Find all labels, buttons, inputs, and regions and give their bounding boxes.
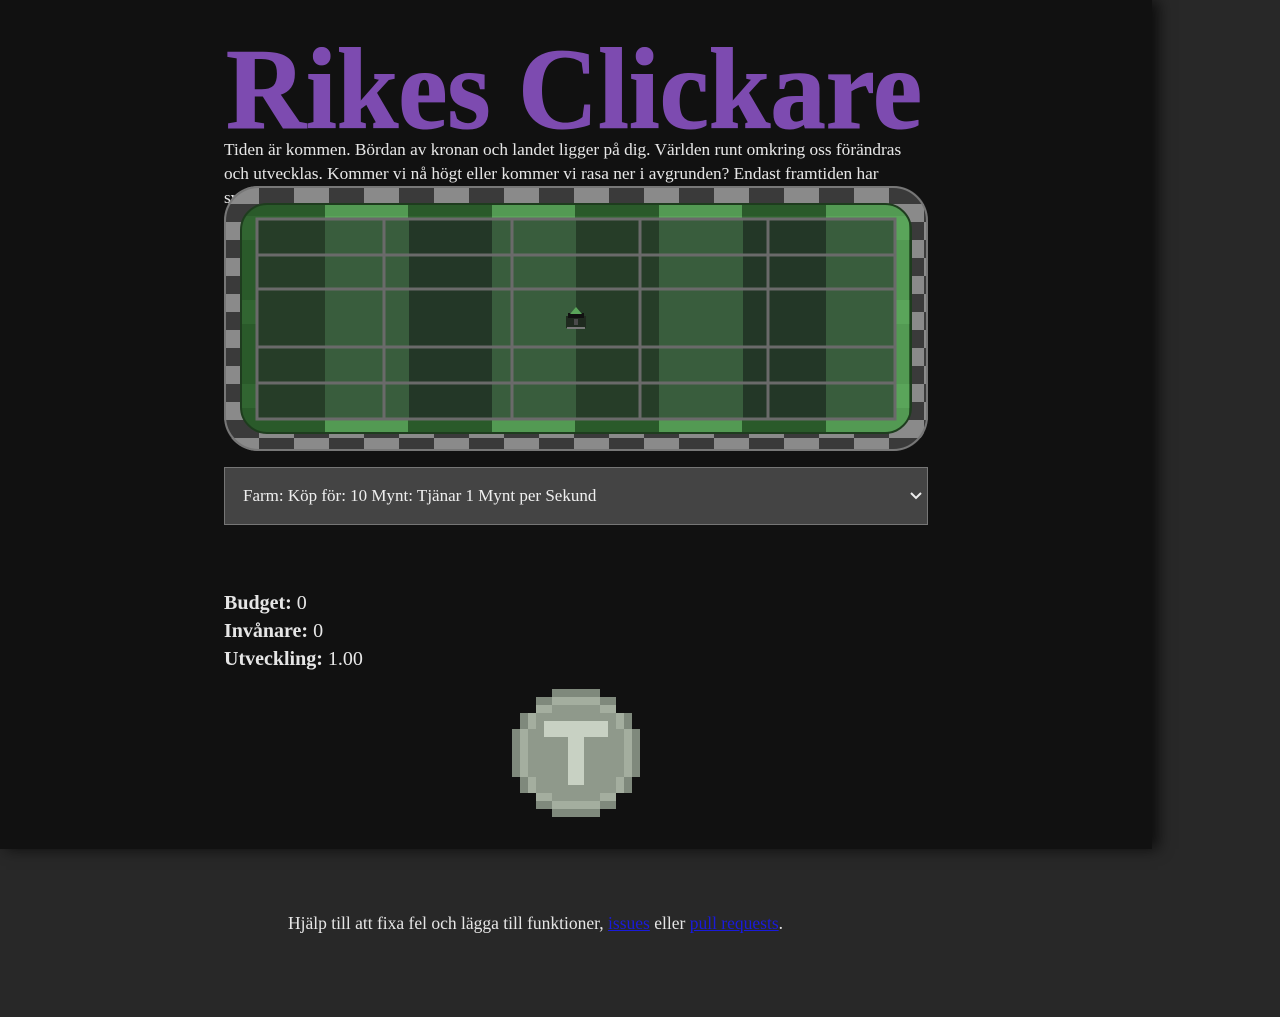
footer: Hjälp till att fixa fel och lägga till f… bbox=[288, 913, 783, 934]
footer-middle-text: eller bbox=[649, 913, 690, 933]
population-value: 0 bbox=[313, 620, 324, 642]
population-stat: Invånare: 0 bbox=[224, 617, 363, 645]
building-select-value: Farm: Köp för: 10 Mynt: Tjänar 1 Mynt pe… bbox=[243, 486, 597, 505]
development-value: 1.00 bbox=[327, 648, 363, 670]
budget-stat: Budget: 0 bbox=[224, 589, 363, 617]
footer-end-text: . bbox=[778, 913, 784, 933]
population-label: Invånare: bbox=[224, 620, 309, 642]
game-title: Rikes Clickare bbox=[226, 30, 922, 138]
game-panel: Rikes Clickare Tiden är kommen. Bördan a… bbox=[0, 0, 1152, 849]
pull-requests-link[interactable]: pull requests bbox=[690, 913, 779, 933]
stats-panel: Budget: 0 Invånare: 0 Utveckling: 1.00 bbox=[224, 589, 363, 673]
building-select[interactable]: Farm: Köp för: 10 Mynt: Tjänar 1 Mynt pe… bbox=[224, 467, 928, 525]
kingdom-map[interactable] bbox=[224, 186, 928, 451]
coin-button[interactable] bbox=[512, 689, 640, 817]
budget-value: 0 bbox=[296, 592, 307, 614]
game-title-text: Rikes Clickare bbox=[226, 30, 922, 138]
coin-icon bbox=[512, 689, 640, 817]
budget-label: Budget: bbox=[224, 592, 292, 614]
development-stat: Utveckling: 1.00 bbox=[224, 645, 363, 673]
development-label: Utveckling: bbox=[224, 648, 323, 670]
footer-text: Hjälp till att fixa fel och lägga till f… bbox=[288, 913, 609, 933]
chevron-down-icon bbox=[910, 492, 922, 500]
issues-link[interactable]: issues bbox=[608, 913, 650, 933]
